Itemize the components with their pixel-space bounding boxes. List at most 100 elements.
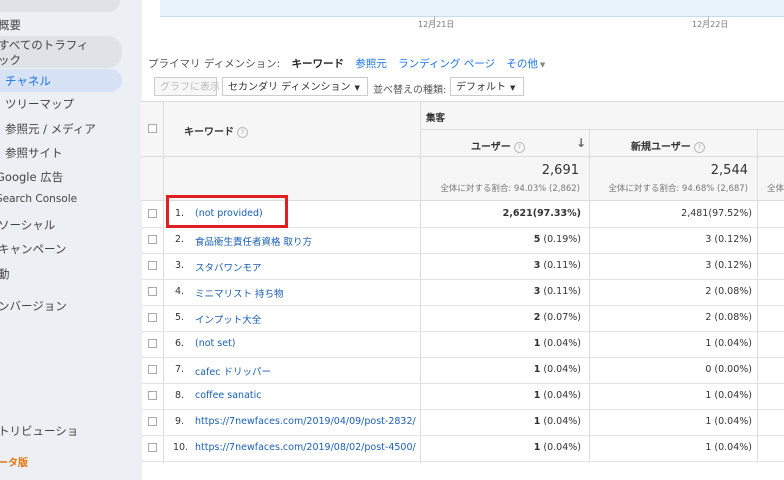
row-checkbox[interactable] — [148, 235, 157, 244]
row-keyword-link[interactable]: スタバワンモア — [195, 260, 262, 274]
row-users-value: 3 — [533, 286, 541, 297]
row-checkbox[interactable] — [148, 339, 157, 348]
row-checkbox[interactable] — [148, 313, 157, 322]
sidebar-item-beta-label: ータ版 — [0, 458, 28, 469]
row-new-users-value: 1 — [705, 442, 712, 453]
table-row: 10. https://7newfaces.com/2019/08/02/pos… — [141, 435, 784, 461]
row-checkbox[interactable] — [148, 287, 157, 296]
row-checkbox[interactable] — [148, 417, 157, 426]
sidebar-top-pill — [0, 0, 120, 12]
row-checkbox[interactable] — [148, 443, 157, 452]
row-new-users: 0 (0.00%) — [705, 364, 752, 375]
sidebar-item-channels[interactable]: チャネル — [5, 73, 51, 89]
row-users: 1 (0.04%) — [534, 442, 581, 453]
total-new-users-share: 全体に対する割合: 94.68% (2,687) — [608, 184, 748, 194]
column-header-keyword[interactable]: キーワード? — [184, 123, 248, 138]
sort-type-value: デフォルト — [456, 82, 506, 93]
row-keyword-link[interactable]: (not set) — [195, 338, 236, 349]
column-header-new-users[interactable]: 新規ユーザー? — [631, 138, 705, 153]
chart-area — [160, 0, 784, 17]
help-icon[interactable]: ? — [693, 141, 705, 153]
row-new-users: 3 (0.12%) — [705, 234, 752, 245]
sidebar-item-treemap[interactable]: ツリーマップ — [5, 96, 74, 112]
divider — [141, 156, 784, 157]
row-checkbox[interactable] — [148, 261, 157, 270]
row-keyword-link[interactable]: ミニマリスト 持ち物 — [195, 286, 284, 300]
row-new-users-value: 2 — [705, 312, 712, 323]
divider — [420, 129, 784, 130]
sort-type-dropdown[interactable]: デフォルト ▼ — [450, 77, 524, 96]
help-icon[interactable]: ? — [513, 141, 525, 153]
sidebar-item-referrals[interactable]: 参照サイト — [5, 145, 63, 161]
highlight-box — [166, 195, 288, 228]
row-new-users-pct: (0.08%) — [714, 312, 752, 323]
total-users: 2,691 — [541, 163, 579, 178]
help-icon[interactable]: ? — [237, 126, 248, 138]
row-new-users-pct: (0.04%) — [714, 442, 752, 453]
sort-type-label: 並べ替えの種類: — [373, 85, 447, 96]
column-header-users-label: ユーザー — [471, 142, 511, 153]
row-number: 8. — [175, 390, 185, 401]
dimension-other-link[interactable]: その他 ▼ — [506, 58, 553, 70]
secondary-dimension-dropdown[interactable]: セカンダリ ディメンション ▼ — [222, 77, 368, 96]
row-users: 2,621(97.33%) — [503, 208, 581, 219]
row-users-pct: (0.04%) — [543, 338, 581, 349]
row-new-users-value: 3 — [705, 234, 712, 245]
row-new-users-value: 1 — [705, 338, 712, 349]
row-users-value: 1 — [533, 416, 541, 427]
sidebar-item-overview[interactable]: 概要 — [0, 17, 21, 33]
row-new-users-value: 0 — [705, 364, 712, 375]
show-graph-button[interactable]: グラフに表示 — [154, 77, 220, 96]
dimension-landing-page-link[interactable]: ランディング ページ — [398, 58, 495, 70]
row-users-pct: (97.33%) — [532, 208, 581, 219]
primary-dimension-row: プライマリ ディメンション: キーワード 参照元 ランディング ページ その他 ▼ — [148, 56, 561, 71]
row-keyword-link[interactable]: 食品衛生責任者資格 取り方 — [195, 234, 312, 248]
column-header-users[interactable]: ユーザー? — [471, 138, 525, 153]
sidebar-item-social[interactable]: ソーシャル — [0, 217, 55, 233]
table-row: 4. ミニマリスト 持ち物 3 (0.11%) 2 (0.08%) — [141, 279, 784, 305]
sort-descending-icon[interactable]: ↓ — [576, 136, 586, 150]
row-new-users-value: 2 — [705, 286, 712, 297]
sidebar-item-campaigns[interactable]: キャンペーン — [0, 241, 66, 257]
table-row: 5. インプット大全 2 (0.07%) 2 (0.08%) — [141, 305, 784, 331]
sidebar-item-behavior[interactable]: 動 — [0, 266, 10, 282]
sidebar-item-conversions[interactable]: ンバージョン — [0, 298, 67, 314]
row-new-users-pct: (0.00%) — [714, 364, 752, 375]
row-checkbox[interactable] — [148, 365, 157, 374]
row-users-pct: (0.11%) — [543, 286, 581, 297]
row-keyword-link[interactable]: coffee sanatic — [195, 390, 262, 401]
row-checkbox[interactable] — [148, 209, 157, 218]
sidebar-item-search-console[interactable]: Search Console — [0, 193, 77, 205]
sidebar-item-attribution[interactable]: トリビューショ — [0, 423, 78, 439]
row-new-users: 2,481(97.52%) — [681, 208, 752, 219]
row-users-value: 5 — [533, 234, 541, 245]
row-new-users-pct: (0.04%) — [714, 338, 752, 349]
column-header-new-users-label: 新規ユーザー — [631, 142, 691, 153]
row-checkbox[interactable] — [148, 391, 157, 400]
row-keyword-link[interactable]: cafec ドリッパー — [195, 364, 271, 378]
row-new-users: 1 (0.04%) — [705, 442, 752, 453]
select-all-checkbox[interactable] — [148, 124, 157, 133]
sidebar-item-source-medium[interactable]: 参照元 / メディア — [5, 121, 96, 137]
total-cut-share: 全体 — [767, 184, 784, 194]
sidebar-item-all-traffic[interactable]: すべてのトラフィ — [0, 37, 89, 53]
sidebar-item-google-ads[interactable]: Google 広告 — [0, 169, 63, 185]
row-users-pct: (0.19%) — [543, 234, 581, 245]
row-users-pct: (0.11%) — [543, 260, 581, 271]
row-new-users-value: 1 — [705, 416, 712, 427]
row-keyword-link[interactable]: インプット大全 — [195, 312, 261, 326]
sidebar: 概要 すべてのトラフィ ック チャネル ツリーマップ 参照元 / メディア 参照… — [0, 0, 142, 480]
row-users-pct: (0.04%) — [543, 364, 581, 375]
row-new-users-pct: (0.12%) — [714, 234, 752, 245]
axis-date-label: 12月21日 — [418, 20, 455, 29]
row-new-users: 3 (0.12%) — [705, 260, 752, 271]
row-new-users: 1 (0.04%) — [705, 416, 752, 427]
row-users: 1 (0.04%) — [534, 390, 581, 401]
row-new-users-pct: (0.04%) — [714, 390, 752, 401]
primary-dimension-label: プライマリ ディメンション: — [148, 58, 281, 70]
sidebar-item-all-traffic-cont[interactable]: ック — [0, 52, 21, 68]
dimension-source-link[interactable]: 参照元 — [355, 58, 387, 70]
row-keyword-link[interactable]: https://7newfaces.com/2019/08/02/post-45… — [195, 442, 416, 453]
row-keyword-link[interactable]: https://7newfaces.com/2019/04/09/post-28… — [195, 416, 416, 427]
table-row: 7. cafec ドリッパー 1 (0.04%) 0 (0.00%) — [141, 357, 784, 383]
